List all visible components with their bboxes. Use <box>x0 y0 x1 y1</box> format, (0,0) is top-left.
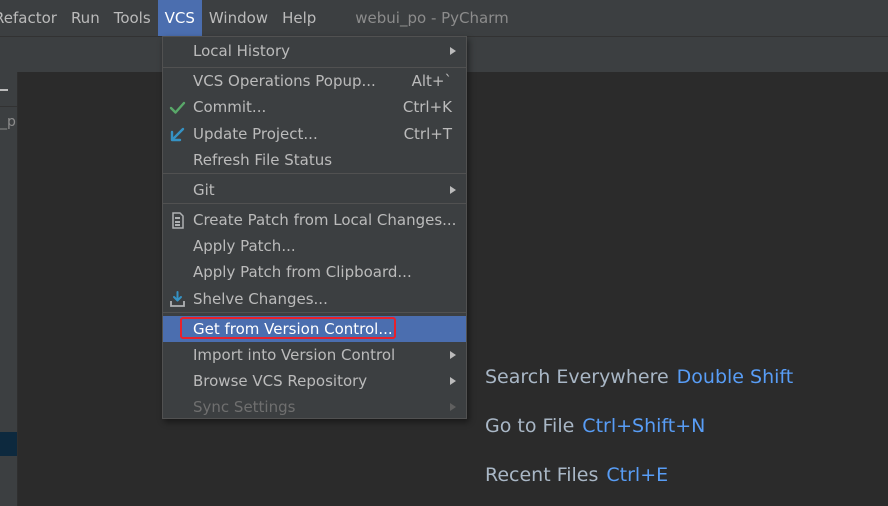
hint-search-everywhere: Search Everywhere Double Shift <box>485 366 793 388</box>
menu-item-git[interactable]: Git <box>163 177 466 203</box>
vcs-menu-dropdown: Local History VCS Operations Popup... Al… <box>162 36 467 419</box>
menu-item-get-from-version-control[interactable]: Get from Version Control... <box>163 316 466 342</box>
menu-divider <box>163 173 466 174</box>
menu-tools[interactable]: Tools <box>107 0 158 36</box>
submenu-arrow-icon <box>450 403 456 411</box>
menu-divider <box>163 312 466 313</box>
submenu-arrow-icon <box>450 377 456 385</box>
hint-recent-key: Ctrl+E <box>606 464 669 486</box>
submenu-arrow-icon <box>450 351 456 359</box>
submenu-arrow-icon <box>450 47 456 55</box>
hint-recent-files: Recent Files Ctrl+E <box>485 464 668 486</box>
menu-item-apply-patch-clipboard[interactable]: Apply Patch from Clipboard... <box>163 259 466 285</box>
menu-item-vcs-operations-popup[interactable]: VCS Operations Popup... Alt+` <box>163 68 466 94</box>
menu-item-sync-settings: Sync Settings <box>163 394 466 420</box>
minimize-icon[interactable] <box>0 89 8 91</box>
hint-search-key: Double Shift <box>676 366 794 388</box>
menu-item-local-history[interactable]: Local History <box>163 38 466 64</box>
panel-divider <box>0 106 17 107</box>
checkmark-icon <box>169 101 186 114</box>
menu-window[interactable]: Window <box>202 0 275 36</box>
hint-search-label: Search Everywhere <box>485 366 669 388</box>
menu-item-import-into-version-control[interactable]: Import into Version Control <box>163 342 466 368</box>
shortcut-label: Ctrl+T <box>403 125 452 143</box>
shelve-icon <box>170 291 185 307</box>
shortcut-label: Alt+` <box>411 72 452 90</box>
menu-item-create-patch[interactable]: Create Patch from Local Changes... <box>163 207 466 233</box>
window-title: webui_po - PyCharm <box>355 9 509 27</box>
hint-go-to-file: Go to File Ctrl+Shift+N <box>485 415 705 437</box>
menu-item-update-project[interactable]: Update Project... Ctrl+T <box>163 121 466 147</box>
menu-run[interactable]: Run <box>64 0 107 36</box>
menu-vcs[interactable]: VCS <box>157 0 202 36</box>
update-arrow-icon <box>170 127 185 142</box>
menu-help[interactable]: Help <box>275 0 323 36</box>
menu-item-browse-vcs-repository[interactable]: Browse VCS Repository <box>163 368 466 394</box>
menu-bar: Refactor Run Tools VCS Window Help webui… <box>0 0 888 36</box>
hint-goto-label: Go to File <box>485 415 575 437</box>
patch-file-icon <box>172 212 184 229</box>
hint-goto-key: Ctrl+Shift+N <box>582 415 706 437</box>
menu-item-commit[interactable]: Commit... Ctrl+K <box>163 94 466 120</box>
project-tree-fragment[interactable]: _p <box>0 114 16 130</box>
project-panel: _p <box>0 72 18 506</box>
menu-item-shelve-changes[interactable]: Shelve Changes... <box>163 286 466 312</box>
hint-recent-label: Recent Files <box>485 464 599 486</box>
shortcut-label: Ctrl+K <box>402 98 452 116</box>
submenu-arrow-icon <box>450 186 456 194</box>
menu-item-refresh-file-status[interactable]: Refresh File Status <box>163 147 466 173</box>
menu-refactor[interactable]: Refactor <box>0 0 64 36</box>
menu-divider <box>163 203 466 204</box>
menu-item-apply-patch[interactable]: Apply Patch... <box>163 233 466 259</box>
selected-tree-row[interactable] <box>0 432 17 456</box>
